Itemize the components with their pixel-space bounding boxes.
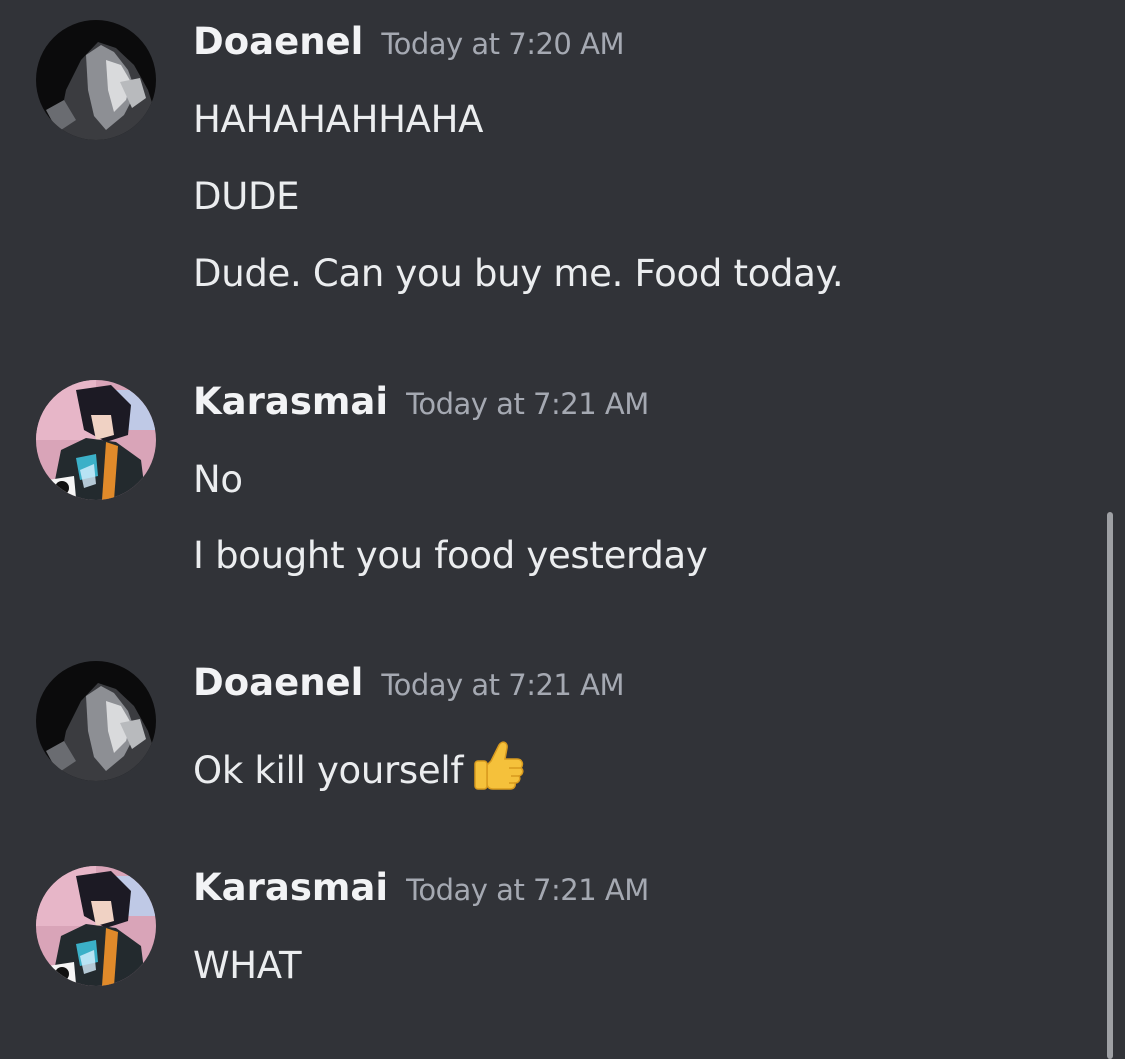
message-text: Ok kill yourself (193, 737, 527, 793)
message-text: WHAT (193, 944, 302, 987)
username[interactable]: Doaenel (193, 661, 363, 704)
message-header: Karasmai Today at 7:21 AM (193, 380, 649, 440)
message-header: Doaenel Today at 7:21 AM (193, 661, 624, 721)
timestamp[interactable]: Today at 7:20 AM (381, 27, 624, 61)
message-group: Doaenel Today at 7:20 AM HAHAHAHHAHA DUDE… (0, 20, 1090, 320)
username[interactable]: Karasmai (193, 380, 388, 423)
message-group: Doaenel Today at 7:21 AM Ok kill yourself (0, 661, 1090, 801)
message-text: I bought you food yesterday (193, 534, 708, 577)
scrollbar-thumb[interactable] (1107, 512, 1113, 1059)
username[interactable]: Karasmai (193, 866, 388, 909)
username[interactable]: Doaenel (193, 20, 363, 63)
message-text: Dude. Can you buy me. Food today. (193, 252, 844, 295)
message-text: DUDE (193, 175, 300, 218)
message-text: HAHAHAHHAHA (193, 98, 484, 141)
user-avatar[interactable] (36, 661, 156, 781)
scrollbar[interactable] (1107, 512, 1113, 1059)
chat-message-list: Doaenel Today at 7:20 AM HAHAHAHHAHA DUDE… (0, 0, 1125, 1059)
timestamp[interactable]: Today at 7:21 AM (381, 668, 624, 702)
timestamp[interactable]: Today at 7:21 AM (406, 873, 649, 907)
timestamp[interactable]: Today at 7:21 AM (406, 387, 649, 421)
message-header: Karasmai Today at 7:21 AM (193, 866, 649, 926)
thumbs-up-emoji-icon (471, 737, 527, 793)
user-avatar[interactable] (36, 380, 156, 500)
message-header: Doaenel Today at 7:20 AM (193, 20, 624, 80)
user-avatar[interactable] (36, 20, 156, 140)
message-group: Karasmai Today at 7:21 AM WHAT (0, 866, 1090, 1006)
message-text-content: Ok kill yourself (193, 749, 464, 792)
message-text: No (193, 458, 243, 501)
user-avatar[interactable] (36, 866, 156, 986)
message-group: Karasmai Today at 7:21 AM No I bought you… (0, 380, 1090, 600)
